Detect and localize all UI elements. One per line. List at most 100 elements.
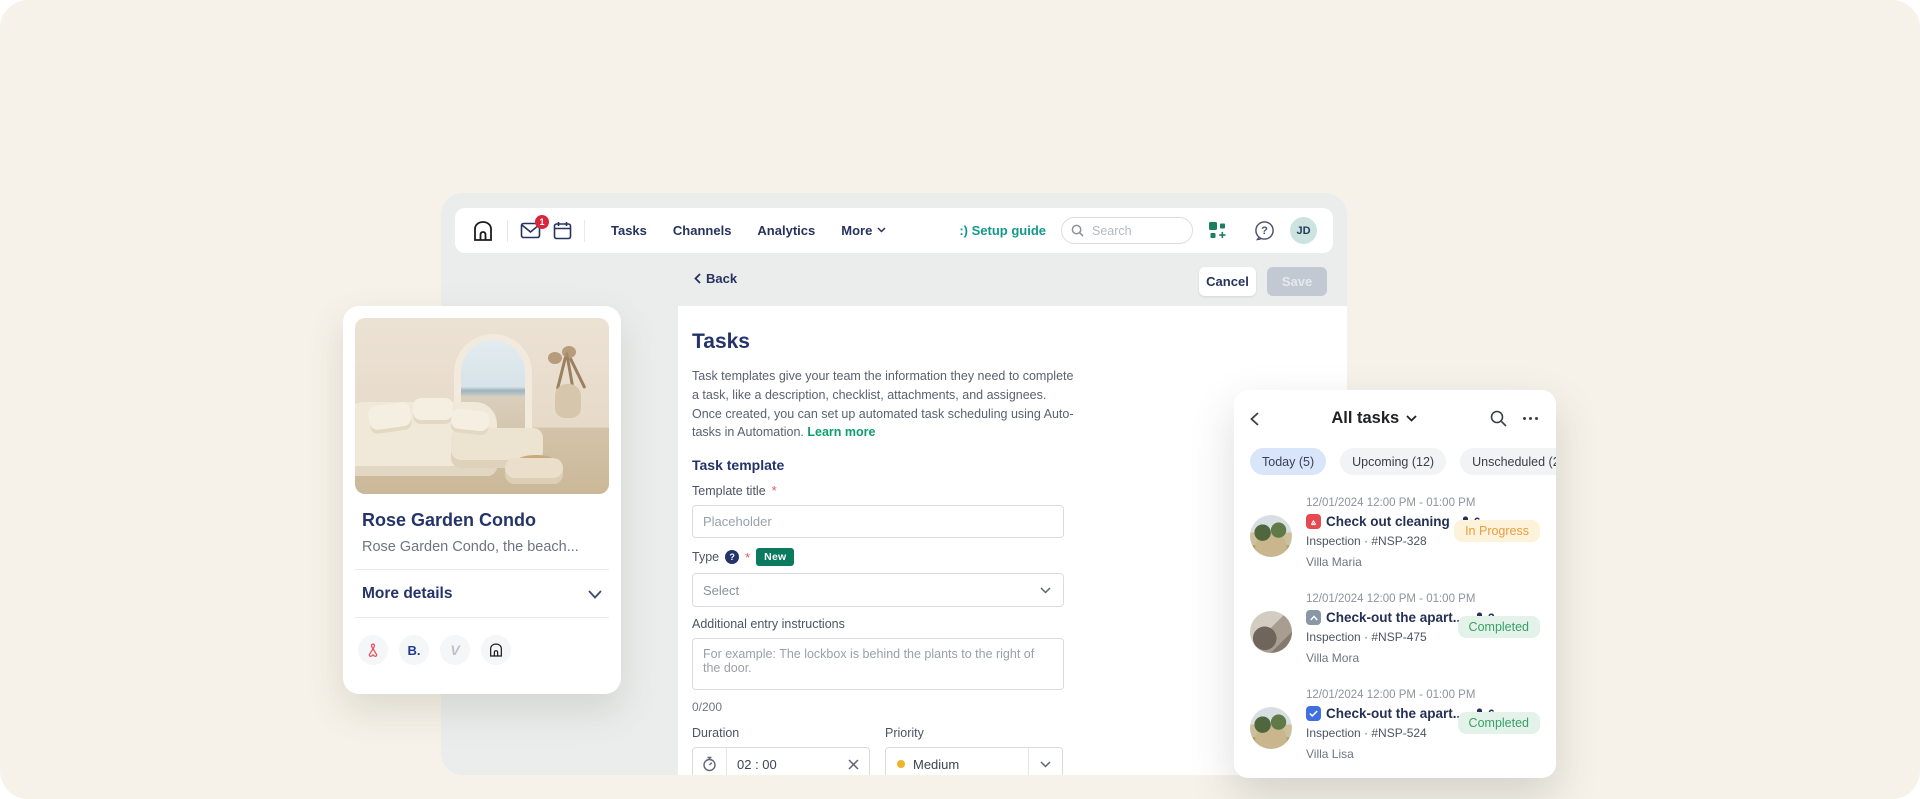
info-icon[interactable]: ?: [725, 550, 739, 564]
channel-icon: [1306, 610, 1321, 625]
stopwatch-icon: [693, 748, 727, 775]
task-title: Check-out the apart...: [1326, 610, 1464, 625]
search-icon[interactable]: [1490, 410, 1507, 427]
required-marker: *: [772, 483, 777, 498]
property-title: Rose Garden Condo: [362, 510, 609, 531]
photo-vase: [555, 384, 581, 418]
marketplace-apps-icon[interactable]: [1208, 221, 1227, 240]
task-tabs: Today (5) Upcoming (12) Unscheduled (21): [1234, 438, 1556, 487]
priority-value: Medium: [905, 757, 1028, 772]
template-title-input[interactable]: [692, 505, 1064, 538]
task-datetime: 12/01/2024 12:00 PM - 01:00 PM: [1306, 593, 1540, 605]
search-icon: [1071, 224, 1084, 237]
nav-right-group: :) Setup guide: [959, 217, 1317, 244]
back-button[interactable]: Back: [694, 271, 737, 286]
task-row[interactable]: 12/01/2024 12:00 PM - 01:00 PM Check out…: [1234, 487, 1556, 583]
duration-label: Duration: [692, 726, 870, 740]
nav-item-tasks[interactable]: Tasks: [611, 223, 647, 238]
clear-icon[interactable]: [848, 759, 869, 770]
booking-icon[interactable]: B.: [399, 635, 429, 665]
task-row[interactable]: 12/01/2024 12:00 PM - 01:00 PM Check-out…: [1234, 679, 1556, 775]
chevron-down-icon: [588, 590, 602, 599]
type-select-placeholder: Select: [693, 583, 1027, 598]
tab-unscheduled[interactable]: Unscheduled (21): [1460, 448, 1556, 475]
nav-item-analytics[interactable]: Analytics: [757, 223, 815, 238]
nav-item-more-label: More: [841, 223, 872, 238]
vrbo-letter: V: [450, 642, 459, 658]
duration-input[interactable]: 02 : 00: [692, 747, 870, 775]
template-title-label: Template title: [692, 484, 766, 498]
task-title: Check-out the apart...: [1326, 706, 1464, 721]
collapse-chevron-left-icon[interactable]: [1250, 412, 1259, 426]
priority-field: Priority Medium: [885, 722, 1063, 775]
duration-value: 02 : 00: [727, 757, 848, 772]
status-badge: Completed: [1458, 712, 1540, 734]
priority-label: Priority: [885, 726, 1063, 740]
chevron-down-icon: [877, 227, 885, 235]
new-feature-badge: New: [756, 548, 794, 566]
divider: [355, 617, 609, 618]
channel-icons-row: B. V: [358, 635, 609, 665]
nav-item-more[interactable]: More: [841, 223, 885, 238]
photo-pouf: [505, 458, 563, 484]
divider: [584, 220, 585, 242]
type-label: Type: [692, 550, 719, 564]
nav-item-channels[interactable]: Channels: [673, 223, 732, 238]
airbnb-icon[interactable]: [358, 635, 388, 665]
booking-letter: B.: [408, 643, 421, 658]
search-box[interactable]: [1061, 217, 1193, 244]
task-panel-actions: [1490, 410, 1539, 427]
inbox-mail-icon[interactable]: 1: [520, 222, 541, 239]
type-select[interactable]: Select: [692, 573, 1064, 607]
task-filter-label: All tasks: [1331, 409, 1399, 428]
hostaway-logo-icon[interactable]: [471, 219, 495, 243]
save-button[interactable]: Save: [1267, 267, 1327, 296]
property-avatar: [1250, 707, 1292, 749]
vrbo-icon[interactable]: V: [440, 635, 470, 665]
tab-today[interactable]: Today (5): [1250, 448, 1326, 475]
more-details-toggle[interactable]: More details: [362, 585, 602, 603]
task-property-name: Villa Lisa: [1306, 747, 1540, 761]
priority-select[interactable]: Medium: [885, 747, 1063, 775]
top-navbar: 1 Tasks Channels Analytics More: [455, 208, 1333, 253]
task-list-panel: All tasks Today (5) Upcoming (12) Unsche…: [1234, 390, 1556, 778]
photo-plant: [548, 352, 562, 364]
nav-links: Tasks Channels Analytics More: [611, 223, 885, 238]
chevron-down-icon: [1028, 748, 1062, 775]
help-glyph: ?: [1261, 225, 1268, 237]
task-datetime: 12/01/2024 12:00 PM - 01:00 PM: [1306, 689, 1540, 701]
page-description-text: Task templates give your team the inform…: [692, 369, 1074, 439]
property-avatar: [1250, 515, 1292, 557]
help-icon[interactable]: ?: [1254, 220, 1275, 241]
header-actions: Cancel Save: [1199, 267, 1327, 296]
mail-notification-badge: 1: [535, 215, 549, 229]
duration-field: Duration 02 : 00: [692, 722, 870, 775]
cancel-button[interactable]: Cancel: [1199, 267, 1256, 296]
task-row[interactable]: 12/01/2024 12:00 PM - 01:00 PM Check-out…: [1234, 583, 1556, 679]
back-label: Back: [706, 271, 737, 286]
status-badge: In Progress: [1454, 520, 1540, 542]
task-filter-dropdown[interactable]: All tasks: [1259, 409, 1490, 428]
photo-cushion: [413, 398, 453, 424]
divider: [507, 220, 508, 242]
chevron-left-icon: [694, 273, 701, 284]
tab-upcoming[interactable]: Upcoming (12): [1340, 448, 1446, 475]
photo-plant: [562, 346, 576, 358]
more-details-label: More details: [362, 585, 452, 603]
photo-cushion: [450, 408, 490, 436]
instructions-textarea[interactable]: [692, 638, 1064, 690]
priority-medium-dot: [897, 760, 905, 768]
chevron-down-icon: [1027, 574, 1063, 606]
search-input[interactable]: [1090, 223, 1180, 239]
calendar-icon[interactable]: [553, 221, 572, 240]
airbnb-channel-icon: [1306, 514, 1321, 529]
direct-booking-home-icon[interactable]: [481, 635, 511, 665]
setup-guide-link[interactable]: :) Setup guide: [959, 223, 1046, 238]
photo-cushion: [367, 401, 412, 435]
chevron-down-icon: [1406, 415, 1417, 422]
task-property-name: Villa Mora: [1306, 651, 1540, 665]
page-description: Task templates give your team the inform…: [692, 367, 1074, 442]
learn-more-link[interactable]: Learn more: [807, 425, 875, 439]
more-options-icon[interactable]: [1523, 417, 1539, 421]
user-avatar[interactable]: JD: [1290, 217, 1317, 244]
